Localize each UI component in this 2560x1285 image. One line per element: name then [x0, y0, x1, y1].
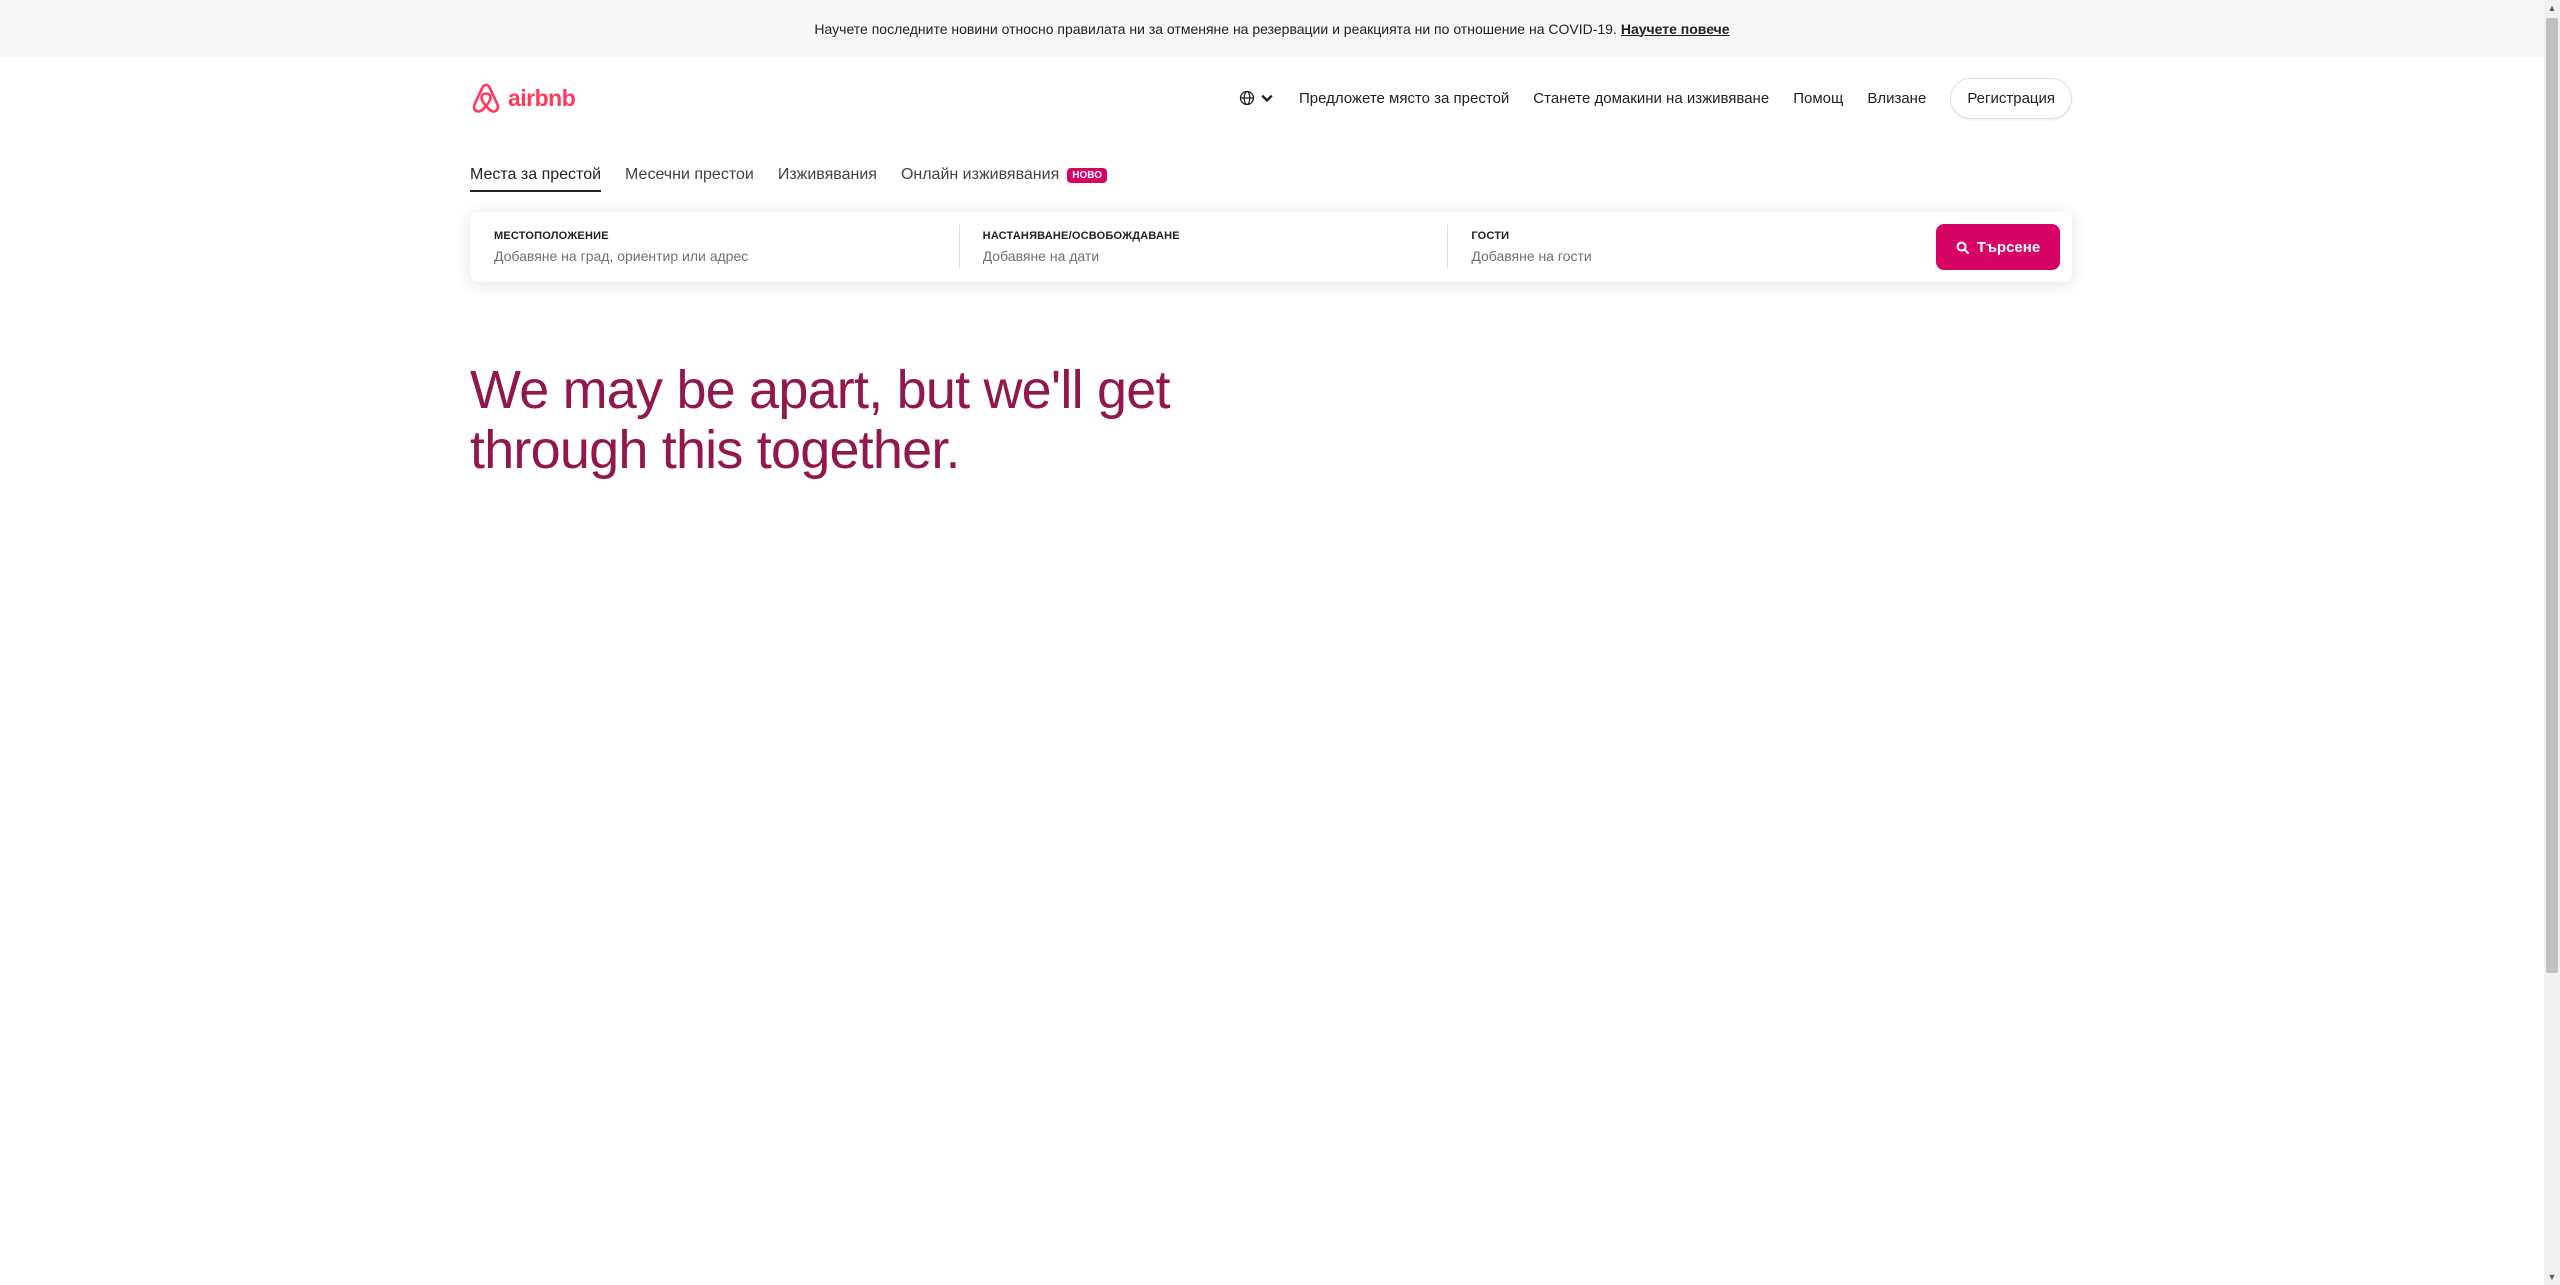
covid-banner: Научете последните новини относно правил…: [0, 0, 2544, 57]
header: airbnb Предложете място за престой Стане…: [470, 76, 2072, 120]
nav-host-place[interactable]: Предложете място за престой: [1299, 90, 1509, 107]
vertical-scrollbar[interactable]: ▲ ▼: [2544, 0, 2560, 1285]
logo-text: airbnb: [508, 84, 576, 111]
search-tabs: Места за престой Месечни престои Изживяв…: [470, 166, 1107, 192]
tab-experiences[interactable]: Изживявания: [778, 166, 877, 192]
tab-label: Изживявания: [777, 166, 877, 183]
banner-learn-more-link[interactable]: Научете повече: [1621, 21, 1730, 37]
hero-headline: We may be apart, but we'll get through t…: [470, 360, 1190, 480]
guests-input[interactable]: [1471, 248, 1890, 264]
new-badge: НОВО: [1067, 167, 1107, 183]
hero-line-1: We may be apart, but we'll get: [470, 360, 1170, 420]
search-button-label: Търсене: [1976, 238, 2041, 256]
register-button[interactable]: Регистрация: [1950, 77, 2072, 119]
hero-line-2: through this together.: [470, 420, 961, 480]
airbnb-logo[interactable]: airbnb: [470, 81, 576, 115]
guests-field[interactable]: ГОСТИ: [1447, 225, 1936, 269]
scroll-down-arrow-icon[interactable]: ▼: [2544, 1269, 2560, 1285]
tab-label: Места за престой: [470, 166, 602, 183]
dates-field[interactable]: НАСТАНЯВАНЕ/ОСВОБОЖДАВАНЕ: [958, 225, 1448, 269]
dates-input[interactable]: [982, 248, 1401, 264]
chevron-down-icon: [1261, 94, 1273, 103]
nav-help[interactable]: Помощ: [1793, 90, 1843, 107]
language-selector[interactable]: [1239, 90, 1275, 106]
scroll-up-arrow-icon[interactable]: ▲: [2544, 0, 2560, 16]
header-nav: Предложете място за престой Станете дома…: [1239, 77, 2072, 119]
search-button[interactable]: Търсене: [1936, 224, 2061, 270]
search-bar: МЕСТОПОЛОЖЕНИЕ НАСТАНЯВАНЕ/ОСВОБОЖДАВАНЕ…: [470, 212, 2072, 282]
globe-icon: [1239, 90, 1255, 106]
tab-label: Онлайн изживявания: [900, 166, 1060, 183]
tab-monthly-stays[interactable]: Месечни престои: [625, 166, 754, 192]
nav-login[interactable]: Влизане: [1867, 90, 1926, 107]
dates-label: НАСТАНЯВАНЕ/ОСВОБОЖДАВАНЕ: [982, 230, 1180, 242]
location-label: МЕСТОПОЛОЖЕНИЕ: [494, 230, 609, 242]
tab-online-experiences[interactable]: Онлайн изживявания НОВО: [901, 166, 1107, 192]
page: Научете последните новини относно правил…: [0, 0, 2560, 1285]
location-input[interactable]: [494, 248, 913, 264]
location-field[interactable]: МЕСТОПОЛОЖЕНИЕ: [470, 225, 959, 269]
search-icon: [1956, 241, 1969, 254]
tab-label: Месечни престои: [625, 166, 754, 183]
nav-host-experience[interactable]: Станете домакини на изживяване: [1533, 90, 1769, 107]
airbnb-logo-icon: [472, 83, 500, 113]
guests-label: ГОСТИ: [1471, 230, 1510, 242]
scrollbar-thumb[interactable]: [2546, 18, 2558, 973]
banner-text: Научете последните новини относно правил…: [814, 20, 1617, 37]
tab-stays[interactable]: Места за престой: [470, 166, 602, 192]
